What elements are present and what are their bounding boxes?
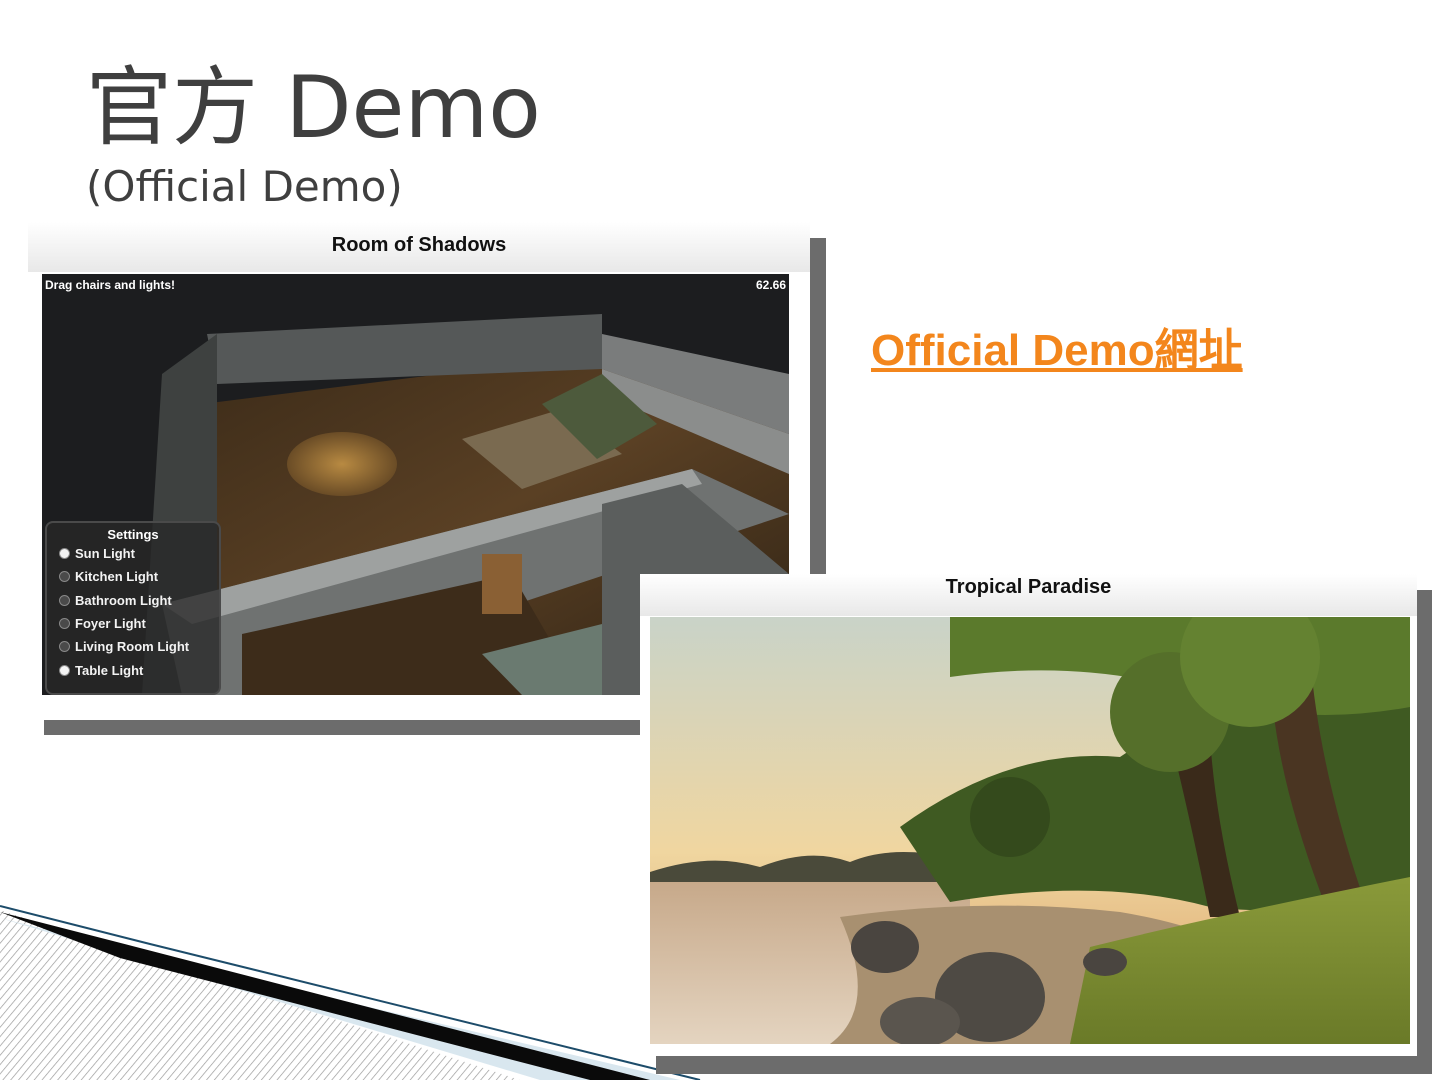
- tropical-scene-image: [650, 617, 1410, 1044]
- radio-icon[interactable]: [59, 548, 70, 560]
- radio-icon[interactable]: [59, 571, 70, 583]
- option-foyer-light[interactable]: Foyer Light: [47, 612, 219, 635]
- radio-icon[interactable]: [59, 664, 70, 676]
- option-label: Table Light: [75, 662, 144, 678]
- tropical-3d-viewport[interactable]: [650, 617, 1410, 1044]
- tropical-window-title: Tropical Paradise: [640, 574, 1417, 616]
- option-label: Sun Light: [75, 546, 135, 562]
- room-window-title: Room of Shadows: [28, 222, 810, 272]
- option-label: Foyer Light: [75, 616, 146, 632]
- settings-panel: Settings Sun Light Kitchen Light Bathroo…: [45, 521, 221, 695]
- option-table-light[interactable]: Table Light: [47, 658, 219, 681]
- option-living-room-light[interactable]: Living Room Light: [47, 635, 219, 658]
- radio-icon[interactable]: [59, 594, 70, 606]
- fps-counter: 62.66: [755, 278, 786, 292]
- option-label: Bathroom Light: [75, 592, 172, 608]
- option-kitchen-light[interactable]: Kitchen Light: [47, 565, 219, 588]
- tropical-demo-window[interactable]: Tropical Paradise: [640, 574, 1417, 1056]
- option-bathroom-light[interactable]: Bathroom Light: [47, 589, 219, 612]
- option-label: Kitchen Light: [75, 569, 159, 585]
- option-label: Living Room Light: [75, 639, 190, 655]
- drag-hint-text: Drag chairs and lights!: [45, 278, 176, 292]
- slide-title: 官方 Demo: [86, 58, 541, 158]
- slide-subtitle: (Official Demo): [86, 162, 403, 211]
- official-demo-link[interactable]: Official Demo網址: [871, 314, 1243, 378]
- option-sun-light[interactable]: Sun Light: [47, 542, 219, 565]
- radio-icon[interactable]: [59, 641, 70, 653]
- radio-icon[interactable]: [59, 618, 70, 630]
- settings-title: Settings: [107, 527, 159, 542]
